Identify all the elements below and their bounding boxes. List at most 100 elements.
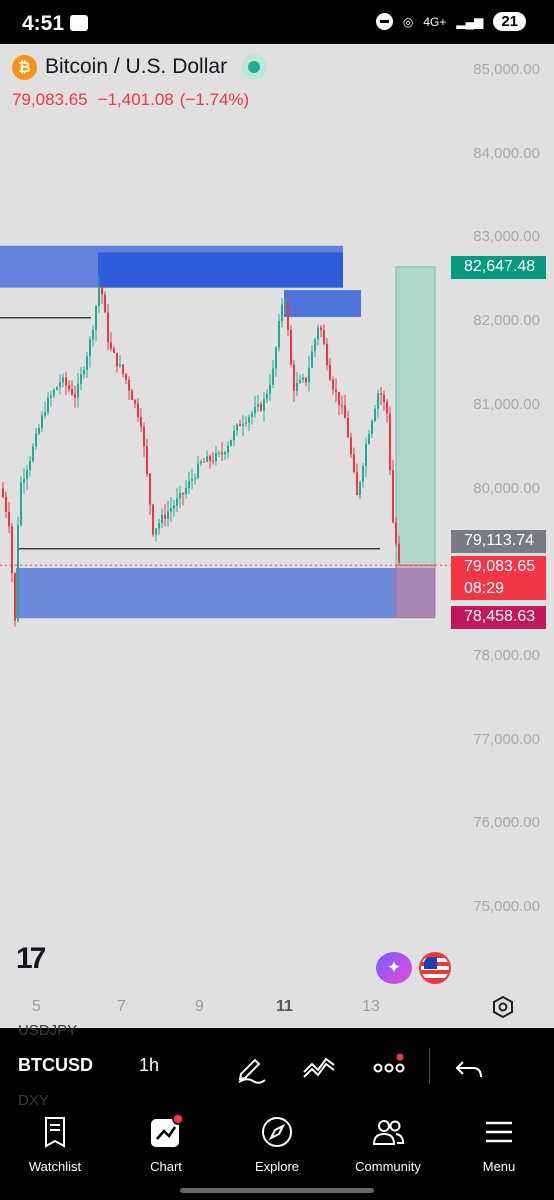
candle-body	[110, 342, 112, 349]
candle-body	[104, 294, 106, 313]
candle-body	[122, 364, 124, 374]
candle-body	[224, 452, 226, 455]
chart-icon	[151, 1114, 184, 1147]
candle-body	[35, 433, 37, 447]
candle-body	[53, 389, 55, 396]
candle-body	[95, 305, 97, 330]
compass-icon	[262, 1117, 292, 1147]
candle-body	[344, 405, 346, 419]
price-tag-value: 82,647.48	[464, 258, 536, 275]
price-axis-label: 80,000.00	[473, 479, 540, 497]
candle-body	[245, 422, 247, 424]
candle-body	[269, 384, 271, 394]
undo-icon[interactable]	[453, 1050, 489, 1084]
candle-body	[62, 377, 64, 383]
candle-body	[80, 374, 82, 384]
candle-body	[182, 493, 184, 495]
candle-body	[32, 446, 34, 461]
candle-body	[254, 407, 256, 414]
symbol-header[interactable]: ₿ Bitcoin / U.S. Dollar	[12, 54, 268, 80]
candle-body	[59, 382, 61, 387]
price-tag: 78,458.63	[451, 606, 546, 629]
candle-body	[230, 439, 232, 446]
market-open-icon[interactable]	[241, 54, 268, 80]
candle-body	[356, 471, 358, 496]
candle-body	[335, 389, 337, 392]
candle-body	[44, 412, 46, 416]
candle-body	[284, 302, 286, 305]
candle-body	[377, 393, 379, 409]
candle-body	[395, 522, 397, 544]
toolbar-divider	[429, 1048, 430, 1084]
candle-body	[131, 390, 133, 401]
candle-body	[350, 437, 352, 455]
chart-canvas[interactable]	[0, 0, 554, 1030]
price-axis-label: 75,000.00	[473, 898, 540, 915]
candle-body	[308, 367, 310, 383]
candle-body	[188, 480, 190, 488]
candle-body	[353, 454, 355, 472]
price-axis-label: 83,000.00	[473, 228, 540, 246]
price-tag-value: 79,083.65	[464, 558, 536, 575]
candle-body	[368, 434, 370, 444]
candle-body	[47, 397, 49, 413]
candle-body	[146, 446, 148, 474]
price-change-pct: (−1.74%)	[179, 90, 250, 109]
price-axis-label: 76,000.00	[473, 814, 540, 832]
candle-body	[176, 498, 178, 506]
candle-body	[2, 488, 4, 497]
more-tools-icon[interactable]	[371, 1050, 407, 1084]
candle-body	[38, 427, 40, 434]
nav-label: Watchlist	[28, 1159, 82, 1174]
candle-body	[398, 543, 400, 563]
candle-body	[74, 394, 76, 398]
ghost-symbol-below: DXY	[18, 1092, 49, 1109]
price-axis-label: 82,000.00	[473, 312, 540, 330]
candle-body	[332, 379, 334, 390]
nav-menu[interactable]: Menu	[444, 1108, 554, 1200]
candle-body	[23, 479, 25, 483]
nav-watchlist[interactable]: Watchlist	[0, 1108, 110, 1200]
candle-body	[305, 377, 307, 383]
symbol-selector[interactable]: BTCUSD	[18, 1055, 93, 1076]
interval-selector[interactable]: 1h	[139, 1055, 159, 1076]
candle-body	[137, 403, 139, 418]
price-chart[interactable]: 85,000.00 84,000.00 83,000.00 82,000.00 81,0…	[0, 0, 554, 1030]
candle-body	[26, 469, 28, 480]
candle-body	[119, 364, 121, 367]
candle-body	[170, 508, 172, 512]
nav-explore[interactable]: Explore	[222, 1108, 332, 1200]
candle-body	[359, 481, 361, 496]
candle-body	[125, 373, 127, 380]
indicators-icon[interactable]	[301, 1050, 337, 1084]
us-flag-icon[interactable]	[419, 952, 451, 984]
candle-body	[326, 343, 328, 366]
tradingview-logo-icon[interactable]: 17	[16, 942, 46, 976]
time-axis-label: 7	[117, 998, 126, 1015]
candle-body	[311, 351, 313, 368]
candle-body	[29, 460, 31, 470]
symbol-title[interactable]: Bitcoin / U.S. Dollar	[45, 55, 227, 79]
supply-zone-3	[284, 290, 361, 317]
price-tag: 82,647.48	[451, 256, 546, 279]
nav-community[interactable]: Community	[333, 1108, 443, 1200]
candle-body	[389, 413, 391, 471]
home-indicator	[180, 1188, 374, 1193]
price-tag-value: 78,458.63	[464, 608, 536, 625]
candle-body	[41, 415, 43, 428]
demand-zone	[16, 568, 435, 619]
candle-body	[203, 461, 205, 463]
price-axis-label: 81,000.00	[473, 395, 540, 413]
chart-toolbar: USDJPY BTCUSD 1h DXY	[0, 1022, 554, 1109]
candle-body	[248, 417, 250, 423]
candle-body	[116, 352, 118, 367]
chart-settings-icon[interactable]	[492, 996, 514, 1018]
ai-sparkle-icon[interactable]: ✦	[376, 952, 412, 984]
candle-body	[86, 356, 88, 370]
nav-chart[interactable]: Chart	[111, 1108, 221, 1200]
candle-body	[233, 430, 235, 440]
candle-body	[89, 339, 91, 357]
drawing-pen-icon[interactable]	[233, 1050, 269, 1084]
candle-body	[56, 386, 58, 390]
candle-body	[260, 404, 262, 411]
